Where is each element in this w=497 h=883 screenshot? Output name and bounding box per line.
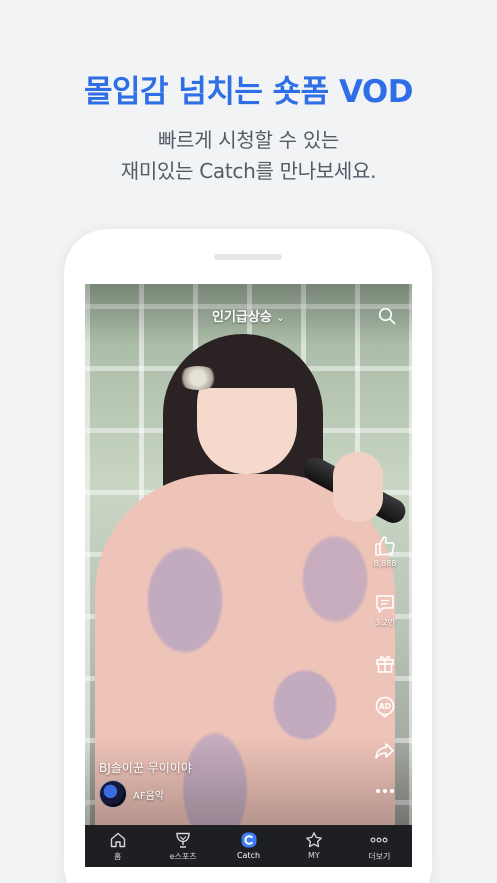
video-figure-hand bbox=[333, 452, 383, 522]
nav-item-more[interactable]: 더보기 bbox=[347, 825, 412, 867]
video-figure-ornament bbox=[177, 366, 219, 390]
gift-icon bbox=[376, 656, 394, 673]
nav-label-more: 더보기 bbox=[368, 852, 391, 861]
nav-item-catch[interactable]: Catch bbox=[216, 825, 281, 867]
feed-title: 인기급상승 bbox=[211, 310, 272, 325]
search-icon[interactable] bbox=[378, 307, 396, 325]
nav-item-home[interactable]: 홈 bbox=[85, 825, 150, 867]
nav-label-home: 홈 bbox=[114, 852, 122, 861]
nav-item-my[interactable]: MY bbox=[281, 825, 346, 867]
channel-info[interactable]: AF음악 bbox=[99, 780, 164, 808]
ad-button[interactable]: AD bbox=[358, 695, 412, 719]
gift-button[interactable] bbox=[358, 651, 412, 675]
comment-icon bbox=[376, 595, 394, 613]
chevron-down-icon: ⌄ bbox=[275, 311, 286, 324]
nav-label-catch: Catch bbox=[236, 851, 261, 860]
like-button[interactable]: 8,888 bbox=[358, 534, 412, 568]
thumbs-up-icon bbox=[375, 536, 395, 556]
phone-frame: 인기급상승 ⌄ 8,888 3.2만 AD BJ솔이꾼 무이이야 AF음악 홈 … bbox=[64, 229, 432, 883]
comment-count: 3.2만 bbox=[374, 618, 396, 627]
comment-button[interactable]: 3.2만 bbox=[358, 592, 412, 628]
feed-selector[interactable]: 인기급상승 ⌄ bbox=[85, 306, 412, 325]
bottom-nav: 홈 e스포츠 Catch MY 더보기 bbox=[85, 825, 412, 867]
nav-item-esports[interactable]: e스포츠 bbox=[150, 825, 215, 867]
more-options-button[interactable] bbox=[358, 784, 412, 798]
app-screen: 인기급상승 ⌄ 8,888 3.2만 AD BJ솔이꾼 무이이야 AF음악 홈 … bbox=[85, 284, 412, 867]
share-icon bbox=[375, 743, 394, 759]
share-button[interactable] bbox=[358, 739, 412, 763]
promo-subline-1: 빠르게 시청할 수 있는 bbox=[157, 128, 340, 152]
home-icon bbox=[110, 832, 125, 848]
promo-subline-2: 재미있는 Catch를 만나보세요. bbox=[120, 159, 377, 183]
video-caption[interactable]: BJ솔이꾼 무이이야 bbox=[99, 759, 192, 776]
promo-headline: 몰입감 넘치는 숏폼 VOD bbox=[83, 74, 414, 110]
channel-name[interactable]: AF음악 bbox=[133, 787, 164, 802]
nav-label-my: MY bbox=[308, 851, 320, 860]
more-icon bbox=[376, 789, 394, 793]
phone-speaker bbox=[214, 254, 282, 260]
nav-label-esports: e스포츠 bbox=[169, 852, 197, 861]
like-count: 8,888 bbox=[373, 559, 397, 568]
ad-icon: AD bbox=[375, 696, 395, 718]
channel-avatar[interactable] bbox=[99, 780, 127, 808]
trophy-icon bbox=[176, 832, 190, 848]
star-icon bbox=[306, 832, 322, 848]
more-icon bbox=[370, 837, 388, 843]
ad-label: AD bbox=[379, 702, 391, 711]
catch-icon bbox=[241, 832, 257, 848]
